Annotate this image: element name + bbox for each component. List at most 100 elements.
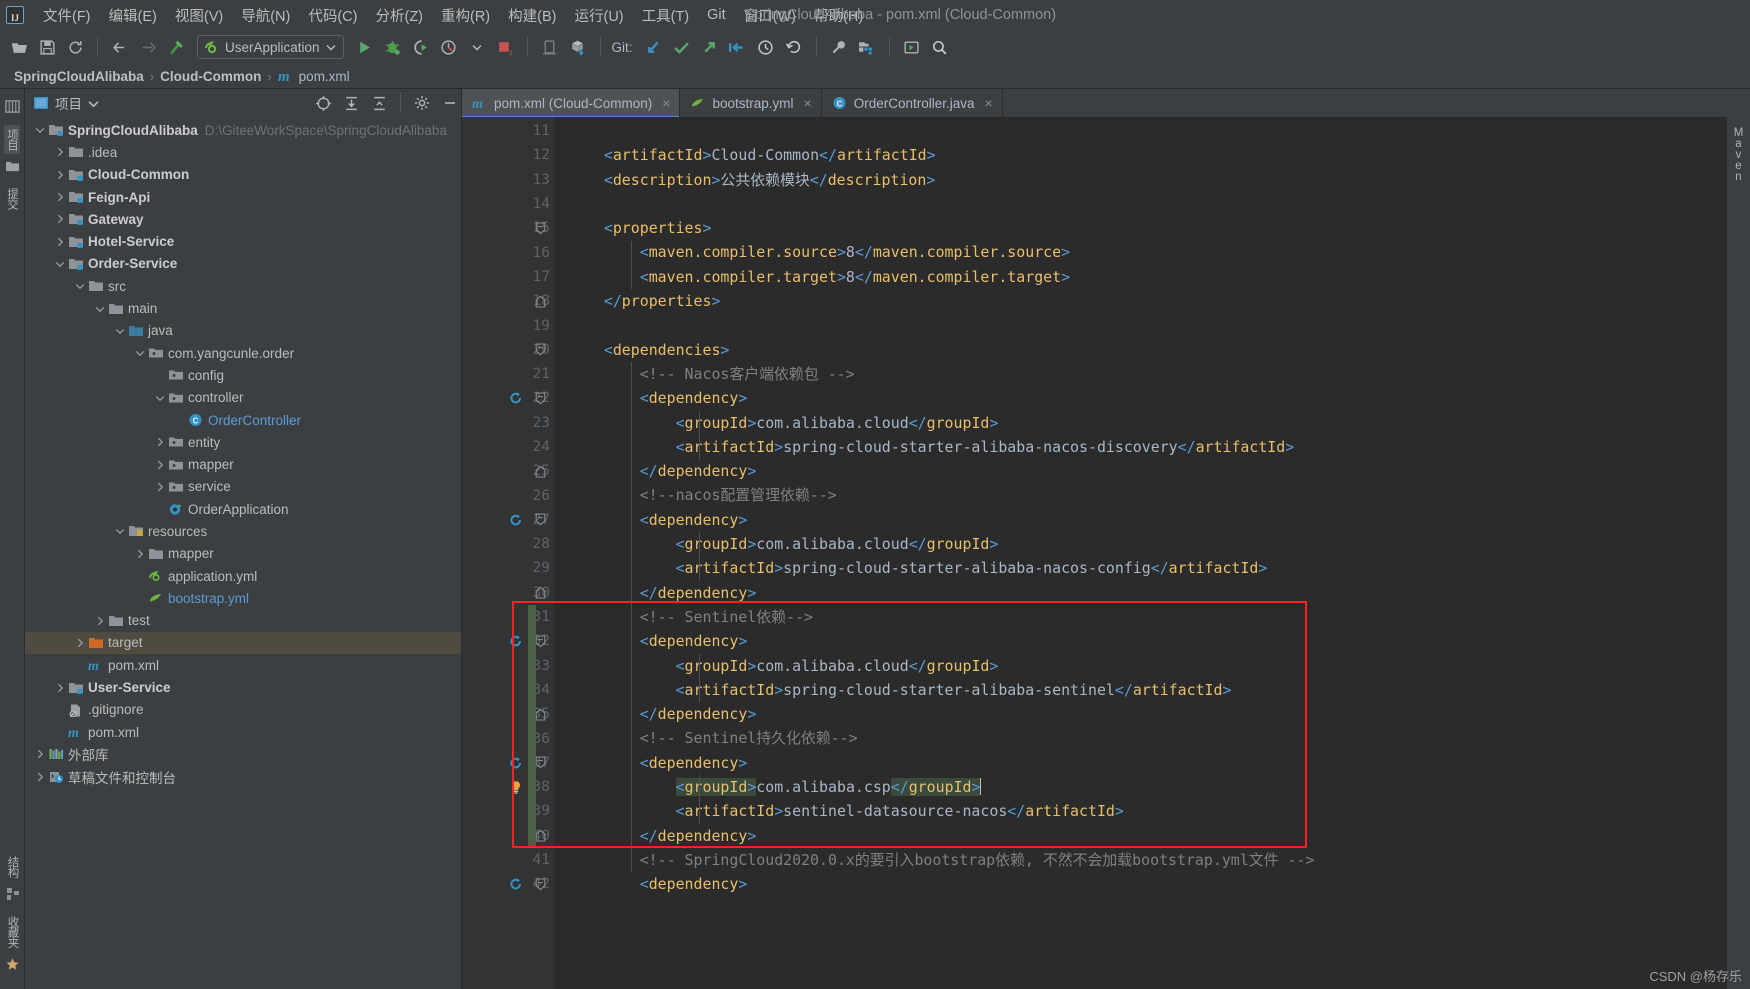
close-icon[interactable]: × [662, 95, 670, 111]
tree-node-ordercontroller[interactable]: C OrderController [25, 409, 461, 431]
chevron-down-icon[interactable] [33, 125, 47, 135]
chevron-right-icon[interactable] [153, 437, 167, 447]
chevron-right-icon[interactable] [33, 772, 47, 782]
commit-folder-icon[interactable] [5, 160, 20, 178]
menu-edit[interactable]: 编辑(E) [100, 2, 166, 29]
package-download-icon[interactable] [565, 34, 591, 60]
tree-node-test[interactable]: test [25, 610, 461, 632]
code-line[interactable]: <!-- Nacos客户端依赖包 --> [554, 362, 1726, 386]
code-line[interactable]: <dependency> [554, 751, 1726, 775]
collapse-all-icon[interactable] [368, 92, 390, 114]
project-view-icon[interactable] [4, 99, 20, 119]
maven-reimport-icon[interactable] [506, 629, 526, 653]
hide-icon[interactable] [439, 92, 461, 114]
fold-end-icon[interactable] [532, 581, 548, 605]
save-all-icon[interactable] [34, 34, 60, 60]
run-with-coverage-icon[interactable] [408, 34, 434, 60]
tree-node--[interactable]: 草稿文件和控制台 [25, 766, 461, 788]
code-line[interactable]: <!-- SpringCloud2020.0.x的要引入bootstrap依赖,… [554, 848, 1726, 872]
tree-node--idea[interactable]: .idea [25, 141, 461, 163]
breadcrumb-item-project[interactable]: SpringCloudAlibaba [10, 69, 148, 84]
tree-node-hotel-service[interactable]: Hotel-Service [25, 230, 461, 252]
build-hammer-icon[interactable] [163, 34, 189, 60]
run-configuration-selector[interactable]: UserApplication [197, 35, 344, 59]
tree-node-service[interactable]: service [25, 476, 461, 498]
code-line[interactable]: <artifactId>sentinel-datasource-nacos</a… [554, 799, 1726, 823]
tree-node-mapper[interactable]: mapper [25, 543, 461, 565]
code-line[interactable] [554, 119, 1726, 143]
settings-wrench-icon[interactable] [826, 34, 852, 60]
chevron-down-icon[interactable] [53, 259, 67, 269]
fold-collapse-icon[interactable] [532, 338, 548, 362]
code-line[interactable]: <dependency> [554, 508, 1726, 532]
structure-icon[interactable] [6, 887, 20, 906]
gear-icon[interactable] [411, 92, 433, 114]
project-tree[interactable]: SpringCloudAlibaba D:\GiteeWorkSpace\Spri… [25, 117, 461, 989]
git-update-icon[interactable] [641, 34, 667, 60]
code-line[interactable]: <properties> [554, 216, 1726, 240]
git-push-icon[interactable] [697, 34, 723, 60]
chevron-down-icon[interactable] [93, 304, 107, 314]
tree-node-bootstrap-yml[interactable]: bootstrap.yml [25, 587, 461, 609]
menu-code[interactable]: 代码(C) [299, 2, 366, 29]
tree-node-src[interactable]: src [25, 275, 461, 297]
tree-node-pom-xml[interactable]: m pom.xml [25, 721, 461, 743]
code-line[interactable]: <artifactId>spring-cloud-starter-alibaba… [554, 678, 1726, 702]
close-icon[interactable]: × [985, 95, 993, 111]
chevron-down-icon[interactable] [88, 98, 99, 109]
sidebar-item-maven[interactable]: Maven [1733, 123, 1745, 186]
code-line[interactable]: <artifactId>Cloud-Common</artifactId> [554, 143, 1726, 167]
git-rollback-icon[interactable] [781, 34, 807, 60]
chevron-right-icon[interactable] [133, 549, 147, 559]
code-line[interactable] [554, 192, 1726, 216]
breadcrumb-item-module[interactable]: Cloud-Common [156, 69, 265, 84]
code-line[interactable]: <artifactId>spring-cloud-starter-alibaba… [554, 556, 1726, 580]
back-arrow-icon[interactable] [107, 34, 133, 60]
menu-git[interactable]: Git [698, 4, 735, 26]
chevron-down-icon[interactable] [113, 326, 127, 336]
tree-node-com-yangcunle-order[interactable]: com.yangcunle.order [25, 342, 461, 364]
git-history-icon[interactable] [753, 34, 779, 60]
fold-collapse-icon[interactable] [532, 386, 548, 410]
tree-node-resources[interactable]: resources [25, 520, 461, 542]
tree-node-controller[interactable]: controller [25, 387, 461, 409]
menu-analyze[interactable]: 分析(Z) [366, 2, 432, 29]
code-line[interactable]: <groupId>com.alibaba.csp</groupId> [554, 775, 1726, 799]
tree-node--gitignore[interactable]: .gitignore [25, 699, 461, 721]
forward-arrow-icon[interactable] [135, 34, 161, 60]
menu-run[interactable]: 运行(U) [565, 2, 632, 29]
chevron-down-icon[interactable] [133, 348, 147, 358]
tree-node-application-yml[interactable]: application.yml [25, 565, 461, 587]
code-line[interactable]: </dependency> [554, 824, 1726, 848]
chevron-right-icon[interactable] [93, 616, 107, 626]
code-line[interactable]: <!-- Sentinel依赖--> [554, 605, 1726, 629]
maven-reimport-icon[interactable] [506, 508, 526, 532]
tree-node-mapper[interactable]: mapper [25, 453, 461, 475]
chevron-down-icon[interactable] [113, 526, 127, 536]
maven-reimport-icon[interactable] [506, 872, 526, 896]
tree-node-cloud-common[interactable]: Cloud-Common [25, 164, 461, 186]
code-line[interactable]: <!-- Sentinel持久化依赖--> [554, 726, 1726, 750]
code-line[interactable]: <artifactId>spring-cloud-starter-alibaba… [554, 435, 1726, 459]
fold-end-icon[interactable] [532, 459, 548, 483]
tab-pom-xml[interactable]: m pom.xml (Cloud-Common) × [462, 89, 681, 118]
maven-reimport-icon[interactable] [506, 386, 526, 410]
tree-node-entity[interactable]: entity [25, 431, 461, 453]
star-icon[interactable] [5, 957, 20, 977]
locate-icon[interactable] [312, 92, 334, 114]
select-in-icon[interactable] [899, 34, 925, 60]
fold-collapse-icon[interactable] [532, 872, 548, 896]
tree-node-orderapplication[interactable]: OrderApplication [25, 498, 461, 520]
chevron-down-icon[interactable] [464, 34, 490, 60]
tab-ordercontroller-java[interactable]: C OrderController.java × [822, 89, 1003, 117]
code-line[interactable]: </dependency> [554, 702, 1726, 726]
code-line[interactable]: <dependencies> [554, 338, 1726, 362]
sidebar-item-structure[interactable]: 结构 [5, 852, 21, 881]
profiler-icon[interactable] [436, 34, 462, 60]
tree-node-gateway[interactable]: Gateway [25, 208, 461, 230]
expand-all-icon[interactable] [340, 92, 362, 114]
maven-reimport-icon[interactable] [506, 751, 526, 775]
sidebar-item-project[interactable]: 项目 [4, 125, 20, 154]
debug-icon[interactable] [380, 34, 406, 60]
fold-end-icon[interactable] [532, 289, 548, 313]
